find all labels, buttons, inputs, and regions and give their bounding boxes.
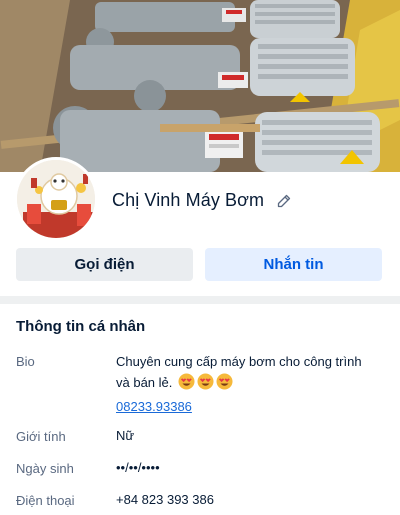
avatar[interactable] <box>14 157 98 241</box>
call-button[interactable]: Gọi điện <box>16 248 193 281</box>
phone-label: Điện thoại <box>16 493 75 508</box>
phone-value: +84 823 393 386 <box>116 492 214 507</box>
section-title-personal-info: Thông tin cá nhân <box>16 318 146 335</box>
cover-photo[interactable] <box>0 0 400 172</box>
profile-name-row: Chị Vinh Máy Bơm <box>112 190 292 211</box>
birthday-label: Ngày sinh <box>16 461 74 476</box>
profile-name: Chị Vinh Máy Bơm <box>112 190 265 210</box>
gender-value: Nữ <box>116 428 135 443</box>
bio-label: Bio <box>16 354 35 369</box>
bio-phone-link[interactable]: 08233.93386 <box>116 396 366 417</box>
cover-image <box>0 0 400 172</box>
bio-text: Chuyên cung cấp máy bơm cho công trình v… <box>116 354 362 390</box>
gender-label: Giới tính <box>16 429 66 444</box>
section-divider <box>0 296 400 304</box>
birthday-value: ••/••/•••• <box>116 460 160 475</box>
pencil-icon[interactable] <box>276 193 292 209</box>
bio-value: Chuyên cung cấp máy bơm cho công trình v… <box>116 351 366 417</box>
heart-eyes-emoji <box>216 373 233 396</box>
avatar-image <box>17 160 95 238</box>
heart-eyes-emoji <box>178 373 195 396</box>
message-button[interactable]: Nhắn tin <box>205 248 382 281</box>
heart-eyes-emoji <box>197 373 214 396</box>
